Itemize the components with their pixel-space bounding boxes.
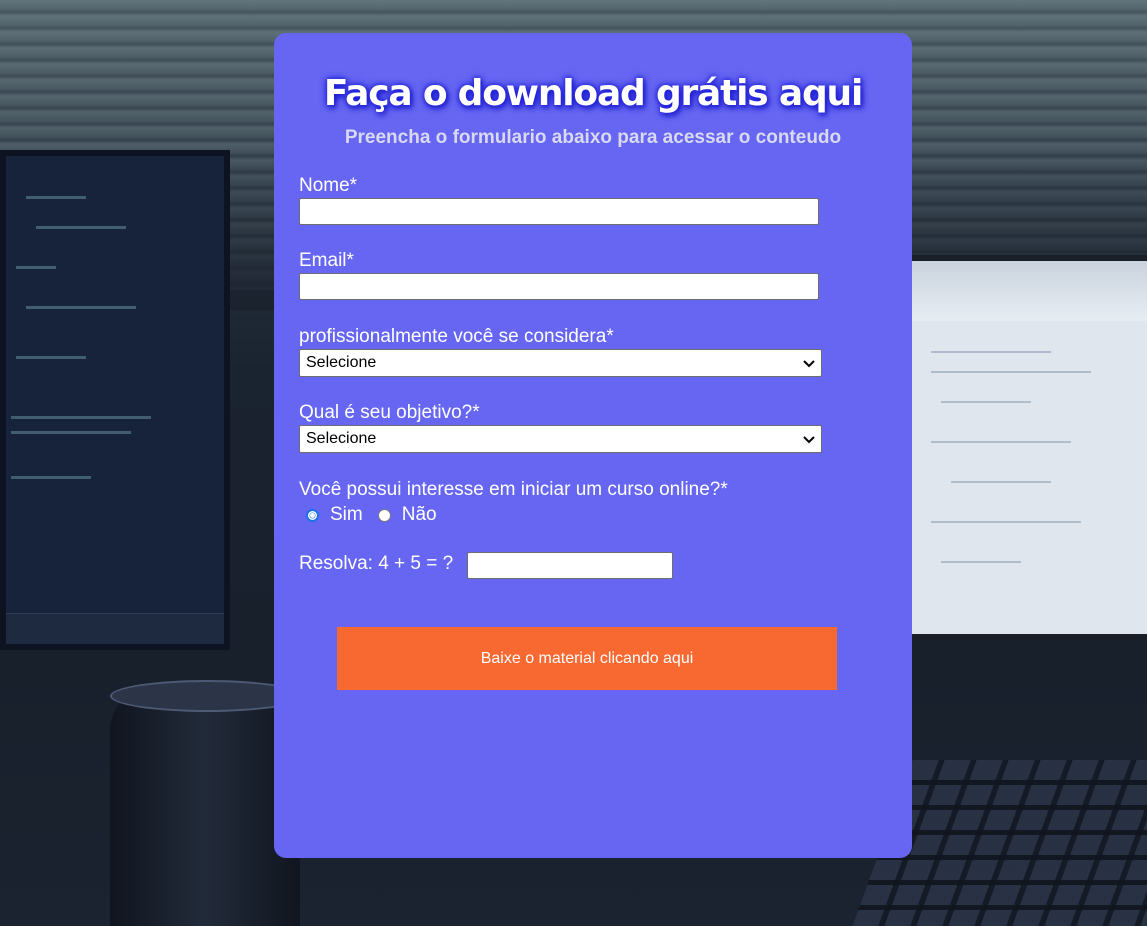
form-subtitle: Preencha o formulario abaixo para acessa… [344, 127, 842, 148]
course-interest-label: Você possui interesse em iniciar um curs… [299, 479, 728, 500]
name-input[interactable] [299, 198, 819, 225]
right-monitor [905, 255, 1147, 640]
goal-select-value: Selecione [306, 430, 377, 447]
radio-sim[interactable] [306, 508, 319, 522]
email-input[interactable] [299, 273, 819, 300]
coffee-mug [110, 690, 300, 926]
chevron-down-icon [803, 360, 815, 368]
goal-label: Qual é seu objetivo?* [299, 402, 480, 423]
left-monitor [0, 150, 230, 650]
profession-select-value: Selecione [306, 354, 377, 371]
download-submit-button[interactable]: Baixe o material clicando aqui [337, 627, 837, 690]
captcha-label: Resolva: 4 + 5 = ? [299, 553, 454, 574]
captcha-input[interactable] [467, 552, 673, 579]
form-title: Faça o download grátis aqui [323, 73, 863, 114]
radio-nao[interactable] [377, 508, 391, 522]
email-label: Email* [299, 250, 354, 271]
profession-label: profissionalmente você se considera* [299, 326, 614, 347]
radio-nao-label[interactable]: Não [402, 504, 437, 526]
course-interest-radio-group: Sim Não [306, 503, 437, 527]
profession-select[interactable]: Selecione [299, 349, 822, 377]
goal-select[interactable]: Selecione [299, 425, 822, 453]
radio-sim-label[interactable]: Sim [330, 504, 363, 526]
chevron-down-icon [803, 436, 815, 444]
name-label: Nome* [299, 175, 358, 196]
